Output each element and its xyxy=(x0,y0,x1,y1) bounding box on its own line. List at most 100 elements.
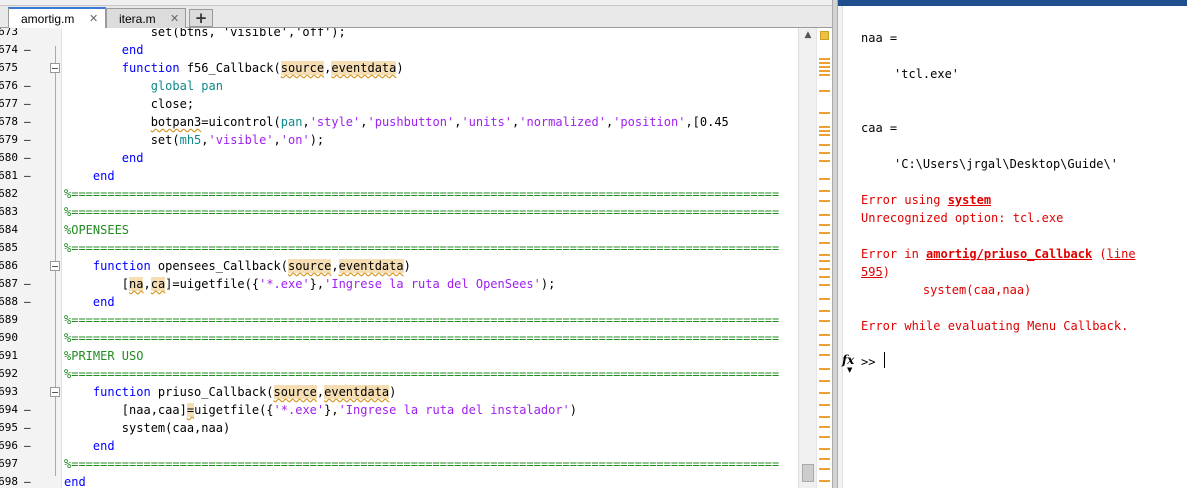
function-browser-icon[interactable]: fx xyxy=(842,353,854,367)
code-line[interactable]: 694 — [naa,caa]=uigetfile({'*.exe'},'Ingr… xyxy=(0,401,800,419)
fold-toggle-icon[interactable] xyxy=(50,63,60,73)
analyzer-marker[interactable] xyxy=(819,480,830,482)
code-line[interactable]: 689 %====================================… xyxy=(0,311,800,329)
analyzer-marker[interactable] xyxy=(819,436,830,438)
analyzer-marker[interactable] xyxy=(819,468,830,470)
analyzer-marker[interactable] xyxy=(819,152,830,154)
analyzer-marker[interactable] xyxy=(819,214,830,216)
code-line[interactable]: 676 — global pan xyxy=(0,77,800,95)
analyzer-marker[interactable] xyxy=(819,112,830,114)
breakpoint-marker[interactable]: — xyxy=(24,473,31,488)
error-line-link[interactable]: line xyxy=(1107,247,1136,261)
breakpoint-marker[interactable]: — xyxy=(24,167,31,185)
code-line[interactable]: 690 %====================================… xyxy=(0,329,800,347)
analyzer-marker[interactable] xyxy=(819,126,830,128)
analyzer-marker[interactable] xyxy=(819,268,830,270)
breakpoint-marker[interactable]: — xyxy=(24,437,31,455)
breakpoint-marker[interactable]: — xyxy=(24,131,31,149)
code-line[interactable]: 674 — end xyxy=(0,41,800,59)
analyzer-marker[interactable] xyxy=(819,70,830,72)
analyzer-marker[interactable] xyxy=(819,200,830,202)
close-tab-icon[interactable]: ✕ xyxy=(170,12,179,25)
analyzer-marker[interactable] xyxy=(819,404,830,406)
analyzer-marker[interactable] xyxy=(819,130,830,132)
code-line[interactable]: 686 function opensees_Callback(source,ev… xyxy=(0,257,800,275)
analyzer-marker[interactable] xyxy=(819,242,830,244)
analyzer-marker[interactable] xyxy=(819,380,830,382)
analyzer-marker[interactable] xyxy=(819,426,830,428)
code-line[interactable]: 675 function f56_Callback(source,eventda… xyxy=(0,59,800,77)
fold-toggle-icon[interactable] xyxy=(50,387,60,397)
analyzer-marker[interactable] xyxy=(819,66,830,68)
code-line[interactable]: 681 — end xyxy=(0,167,800,185)
breakpoint-marker[interactable]: — xyxy=(24,41,31,59)
fold-toggle-icon[interactable] xyxy=(50,261,60,271)
analyzer-marker[interactable] xyxy=(819,368,830,370)
scroll-up-icon[interactable]: ▲ xyxy=(799,30,817,44)
command-window[interactable]: naa = 'tcl.exe' caa = 'C:\Users\jrgal\De… xyxy=(838,0,1187,488)
analyzer-marker[interactable] xyxy=(819,224,830,226)
code-line[interactable]: 688 — end xyxy=(0,293,800,311)
analyzer-marker[interactable] xyxy=(819,144,830,146)
analyzer-marker[interactable] xyxy=(819,190,830,192)
code-line[interactable]: 696 — end xyxy=(0,437,800,455)
code-editor[interactable]: 673 set(btns, 'visible','off'); 674— end 6… xyxy=(0,28,832,488)
analyzer-marker[interactable] xyxy=(819,448,830,450)
tab-amortig[interactable]: amortig.m ✕ xyxy=(8,7,106,28)
analyzer-marker[interactable] xyxy=(819,260,830,262)
warning-status-icon[interactable] xyxy=(820,31,829,40)
analyzer-marker[interactable] xyxy=(819,392,830,394)
analyzer-marker[interactable] xyxy=(819,334,830,336)
breakpoint-marker[interactable]: — xyxy=(24,149,31,167)
code-line[interactable]: 693 function priuso_Callback(source,even… xyxy=(0,383,800,401)
breakpoint-marker[interactable]: — xyxy=(24,275,31,293)
breakpoint-marker[interactable]: — xyxy=(24,419,31,437)
code-line[interactable]: 677 — close; xyxy=(0,95,800,113)
code-line[interactable]: 691 %PRIMER USO xyxy=(0,347,800,365)
scrollbar-thumb[interactable] xyxy=(802,464,814,482)
code-line[interactable]: 679— set(mh5,'visible','on'); xyxy=(0,131,800,149)
code-line[interactable]: 683 %====================================… xyxy=(0,203,800,221)
breakpoint-marker[interactable]: — xyxy=(24,401,31,419)
analyzer-marker[interactable] xyxy=(819,354,830,356)
analyzer-marker[interactable] xyxy=(819,74,830,76)
code-line[interactable]: 682 %====================================… xyxy=(0,185,800,203)
tab-itera[interactable]: itera.m ✕ xyxy=(106,8,186,28)
analyzer-marker[interactable] xyxy=(819,58,830,60)
analyzer-marker[interactable] xyxy=(819,178,830,180)
new-tab-button[interactable]: + xyxy=(189,9,213,27)
text-cursor[interactable] xyxy=(884,352,885,368)
analyzer-marker[interactable] xyxy=(819,344,830,346)
error-function-link[interactable]: system xyxy=(948,193,991,207)
error-line-number-link[interactable]: 595 xyxy=(861,265,883,279)
analyzer-marker[interactable] xyxy=(819,320,830,322)
code-analyzer-bar[interactable] xyxy=(816,28,832,488)
code-line[interactable]: 685 %====================================… xyxy=(0,239,800,257)
breakpoint-marker[interactable]: — xyxy=(24,113,31,131)
analyzer-marker[interactable] xyxy=(819,254,830,256)
breakpoint-marker[interactable]: — xyxy=(24,95,31,113)
analyzer-marker[interactable] xyxy=(819,298,830,300)
code-line[interactable]: 673 set(btns, 'visible','off'); xyxy=(0,28,800,41)
analyzer-marker[interactable] xyxy=(819,232,830,234)
breakpoint-marker[interactable]: — xyxy=(24,293,31,311)
code-line[interactable]: 695 — system(caa,naa) xyxy=(0,419,800,437)
analyzer-marker[interactable] xyxy=(819,134,830,136)
code-line[interactable]: 680 — end xyxy=(0,149,800,167)
editor-scrollbar[interactable]: ▲ xyxy=(798,28,816,488)
code-line[interactable]: 684 %OPENSEES xyxy=(0,221,800,239)
analyzer-marker[interactable] xyxy=(819,276,830,278)
chevron-down-icon[interactable]: ▼ xyxy=(847,366,852,374)
analyzer-marker[interactable] xyxy=(819,458,830,460)
code-line[interactable]: 698 — end xyxy=(0,473,800,488)
error-callback-link[interactable]: amortig/priuso_Callback xyxy=(926,247,1092,261)
analyzer-marker[interactable] xyxy=(819,416,830,418)
close-tab-icon[interactable]: ✕ xyxy=(89,12,98,25)
command-window-scrollbar[interactable] xyxy=(838,6,843,488)
code-line[interactable]: 687 — [na,ca]=uigetfile({'*.exe'},'Ingres… xyxy=(0,275,800,293)
analyzer-marker[interactable] xyxy=(819,310,830,312)
analyzer-marker[interactable] xyxy=(819,160,830,162)
code-line[interactable]: 678— botpan3=uicontrol(pan,'style','push… xyxy=(0,113,800,131)
analyzer-marker[interactable] xyxy=(819,284,830,286)
analyzer-marker[interactable] xyxy=(819,62,830,64)
